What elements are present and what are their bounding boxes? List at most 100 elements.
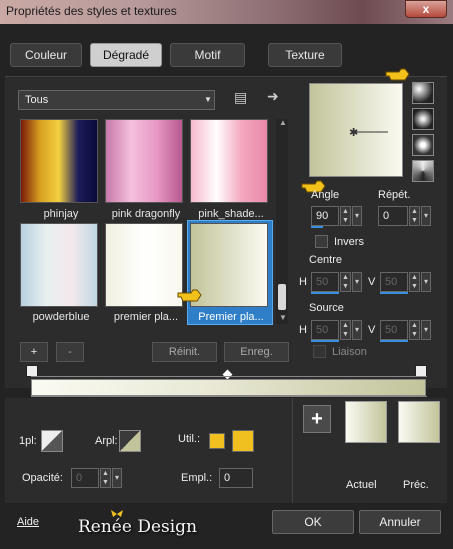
- source-h-spinner[interactable]: ▲ ▼: [340, 320, 351, 340]
- arrow-right-icon[interactable]: ➜: [267, 88, 279, 105]
- background-label: Arpl:: [95, 435, 118, 447]
- library-icon[interactable]: ▤: [234, 89, 247, 106]
- gradient-item-4[interactable]: premier pla...: [105, 223, 185, 323]
- renee-design-logo: Renée Design: [78, 510, 197, 539]
- foreground-stop-button[interactable]: [41, 430, 63, 452]
- close-button[interactable]: x: [405, 0, 447, 18]
- source-h-dropdown[interactable]: ▾: [352, 320, 362, 340]
- gradient-name: Premier pla...: [198, 311, 264, 323]
- repeat-spinner[interactable]: ▲ ▼: [409, 206, 420, 226]
- radial-style-button[interactable]: [412, 160, 434, 182]
- angle-slider[interactable]: [311, 226, 323, 228]
- location-input[interactable]: 0: [219, 468, 253, 488]
- rectangular-style-button[interactable]: [412, 108, 434, 130]
- gradient-item-3[interactable]: powderblue: [20, 223, 100, 323]
- scroll-down-icon[interactable]: ▼: [279, 313, 287, 322]
- center-h-slider[interactable]: [311, 292, 339, 294]
- angle-input[interactable]: 90: [311, 206, 339, 226]
- background-stop-button[interactable]: [119, 430, 141, 452]
- remove-gradient-button[interactable]: -: [56, 342, 84, 362]
- gradient-thumb: [105, 223, 183, 307]
- link-checkbox[interactable]: [313, 345, 326, 358]
- source-v-slider[interactable]: [380, 340, 408, 342]
- source-v-label: V: [368, 324, 376, 336]
- angle-label: Angle: [311, 189, 340, 201]
- save-gradient-button[interactable]: Enreg.: [224, 342, 289, 362]
- angle-dropdown[interactable]: ▾: [352, 206, 362, 226]
- help-link[interactable]: Aide: [17, 516, 39, 528]
- invert-checkbox[interactable]: [315, 235, 328, 248]
- gradient-name: phinjay: [43, 208, 79, 220]
- gradient-thumb: [20, 223, 98, 307]
- center-v-input[interactable]: 50: [380, 272, 408, 292]
- source-h-label: H: [299, 324, 307, 336]
- source-label: Source: [309, 302, 344, 314]
- sunburst-style-button[interactable]: [412, 134, 434, 156]
- gradient-properties-dialog: Propriétés des styles et textures x Coul…: [0, 0, 453, 549]
- transparency-track: [31, 376, 427, 377]
- add-swatch-button[interactable]: +: [303, 405, 331, 433]
- source-h-slider[interactable]: [311, 340, 339, 342]
- tab-texture[interactable]: Texture: [268, 43, 342, 67]
- invert-label: Invers: [334, 236, 364, 248]
- gradient-thumb: [105, 119, 183, 203]
- gradient-name: pink_shade...: [198, 208, 264, 220]
- current-swatch[interactable]: [345, 401, 387, 443]
- opacity-input[interactable]: 0: [71, 468, 99, 488]
- opacity-spinner[interactable]: ▲ ▼: [100, 468, 111, 488]
- center-v-label: V: [368, 276, 376, 288]
- scrollbar-thumb[interactable]: [278, 284, 286, 310]
- repeat-input[interactable]: 0: [378, 206, 408, 226]
- gradient-item-5[interactable]: Premier pla...: [190, 223, 270, 323]
- pointing-hand-icon: [177, 289, 202, 302]
- pointing-hand-icon: [385, 68, 410, 81]
- previous-swatch[interactable]: [398, 401, 440, 443]
- logo-text: Renée Design: [78, 517, 198, 537]
- center-v-dropdown[interactable]: ▾: [421, 272, 431, 292]
- user-color-label: Util.:: [178, 433, 200, 445]
- gradient-preview[interactable]: ✱: [309, 83, 403, 177]
- center-v-spinner[interactable]: ▲ ▼: [409, 272, 420, 292]
- gradient-name: premier pla...: [113, 311, 179, 323]
- tab-motif[interactable]: Motif: [170, 43, 245, 67]
- source-h-input[interactable]: 50: [311, 320, 339, 340]
- center-h-label: H: [299, 276, 307, 288]
- cancel-button[interactable]: Annuler: [359, 510, 441, 534]
- scroll-up-icon[interactable]: ▲: [279, 118, 287, 127]
- source-v-spinner[interactable]: ▲ ▼: [409, 320, 420, 340]
- link-label: Liaison: [332, 346, 367, 358]
- user-stop-button[interactable]: [209, 433, 225, 449]
- source-v-dropdown[interactable]: ▾: [421, 320, 431, 340]
- center-h-dropdown[interactable]: ▾: [352, 272, 362, 292]
- ok-button[interactable]: OK: [272, 510, 354, 534]
- center-label: Centre: [309, 254, 343, 266]
- chevron-down-icon: ▼: [204, 95, 212, 104]
- gradient-item-2[interactable]: pink_shade...: [190, 119, 270, 220]
- linear-style-button[interactable]: [412, 82, 434, 104]
- gradient-item-0[interactable]: phinjay: [20, 119, 100, 220]
- tab-degrade[interactable]: Dégradé: [90, 43, 162, 67]
- source-v-input[interactable]: 50: [380, 320, 408, 340]
- angle-spinner[interactable]: ▲ ▼: [340, 206, 351, 226]
- opacity-label: Opacité:: [22, 472, 63, 484]
- tab-couleur[interactable]: Couleur: [10, 43, 82, 67]
- repeat-dropdown[interactable]: ▾: [421, 206, 431, 226]
- svg-text:✱: ✱: [349, 126, 358, 139]
- title-bar: Propriétés des styles et textures x: [0, 0, 453, 24]
- user-color-swatch[interactable]: [232, 430, 254, 452]
- color-track: [31, 396, 427, 397]
- foreground-label: 1pl:: [19, 435, 37, 447]
- add-gradient-button[interactable]: +: [20, 342, 48, 362]
- gradient-item-1[interactable]: pink dragonfly: [105, 119, 185, 220]
- center-v-slider[interactable]: [380, 292, 408, 294]
- center-h-input[interactable]: 50: [311, 272, 339, 292]
- center-h-spinner[interactable]: ▲ ▼: [340, 272, 351, 292]
- reset-button[interactable]: Réinit.: [152, 342, 217, 362]
- gradient-bar[interactable]: [31, 379, 426, 396]
- gradient-name: pink dragonfly: [111, 208, 181, 220]
- category-select[interactable]: Tous: [18, 90, 215, 110]
- opacity-dropdown[interactable]: ▾: [112, 468, 122, 488]
- gradient-name: powderblue: [32, 311, 90, 323]
- current-label: Actuel: [346, 479, 377, 491]
- repeat-label: Répét.: [378, 189, 411, 201]
